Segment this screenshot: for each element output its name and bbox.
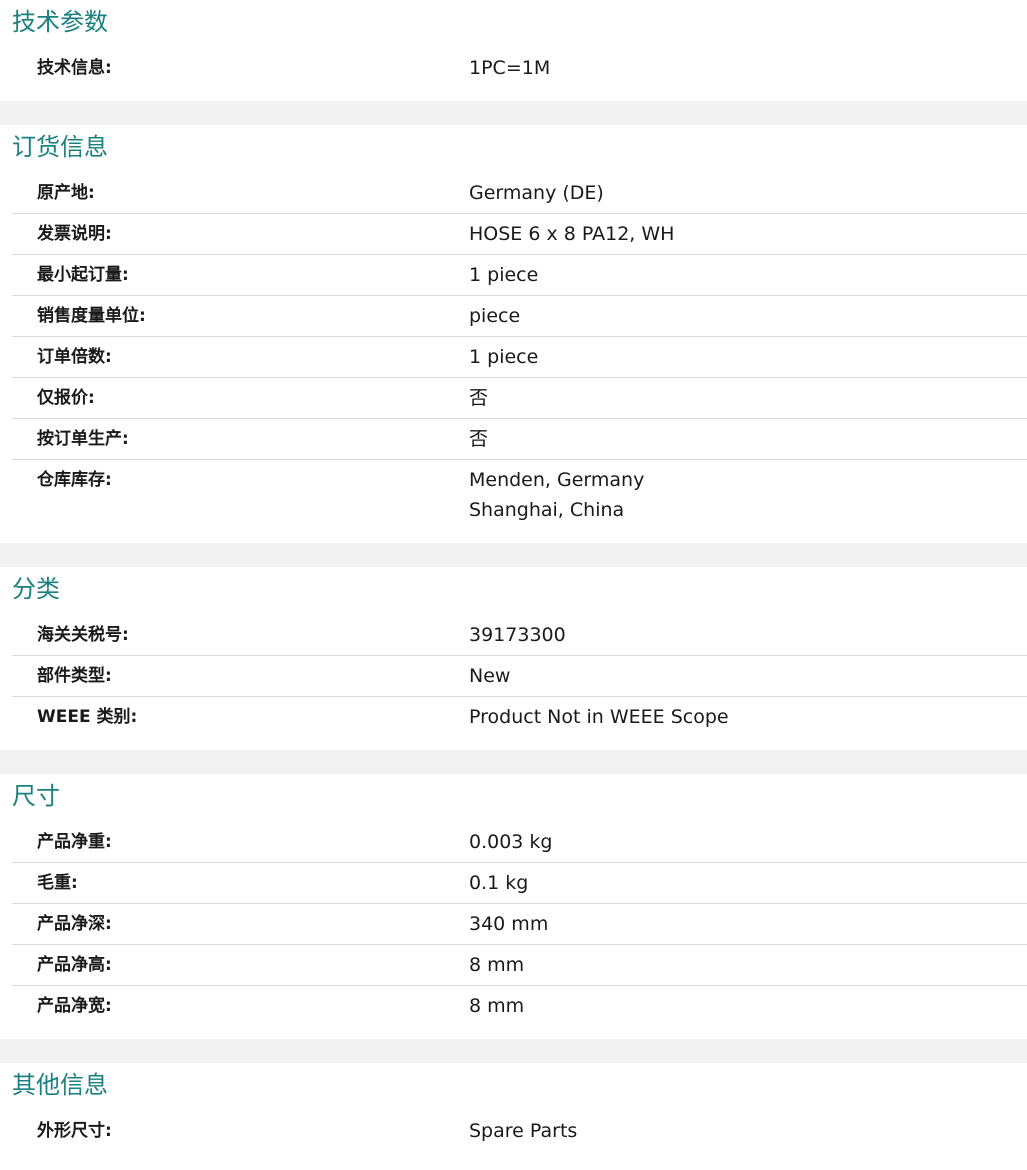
section-technical-parameters: 技术参数技术信息: 1PC=1M (0, 0, 1027, 101)
spec-label: 仅报价: (12, 377, 469, 419)
spec-row: 毛重: 0.1 kg (12, 862, 1027, 904)
spec-value: 1 piece (469, 336, 1027, 378)
spec-value: Product Not in WEEE Scope (469, 697, 1027, 738)
spec-label: 外形尺寸: (37, 1121, 112, 1141)
spec-label: 原产地: (12, 173, 469, 214)
spec-value-line: Germany (DE) (469, 182, 604, 204)
spec-label: WEEE 类别: (37, 707, 138, 727)
spec-label: 海关关税号: (12, 615, 469, 656)
spec-row: 产品净宽: 8 mm (12, 986, 1027, 1027)
spec-value: 1 piece (469, 254, 1027, 296)
spec-value-line: Spare Parts (469, 1120, 578, 1142)
spec-value-line: 8 mm (469, 954, 525, 976)
spec-value-line: Menden, Germany (469, 469, 645, 491)
spec-value: New (469, 655, 1027, 697)
spec-value-line: Shanghai, China (469, 499, 625, 521)
spec-value-line: New (469, 665, 511, 687)
spec-row: 产品净重: 0.003 kg (12, 822, 1027, 863)
spec-label: 毛重: (12, 862, 469, 904)
spec-value-line: 0.1 kg (469, 872, 529, 894)
spec-row: 销售度量单位: piece (12, 295, 1027, 337)
spec-label: 按订单生产: (12, 418, 469, 460)
spec-label: 产品净深: (12, 903, 469, 945)
spec-table: 海关关税号: 39173300 部件类型: New WEEE 类别: Product No… (12, 615, 1027, 737)
spec-value-line: 1 piece (469, 346, 539, 368)
spec-value-line: 1 piece (469, 264, 539, 286)
spec-row: 外形尺寸: Spare Parts (12, 1111, 1027, 1151)
spec-table: 产品净重: 0.003 kg 毛重: 0.1 kg 产品净深: 340 mm 产品净高: 8 … (12, 822, 1027, 1026)
spec-row: 订单倍数: 1 piece (12, 336, 1027, 378)
section-ordering-info: 订货信息 原产地: Germany (DE) 发票说明: HOSE 6 x 8 PA12… (0, 125, 1027, 543)
spec-label: 最小起订量: (12, 254, 469, 296)
spec-row: 海关关税号: 39173300 (12, 615, 1027, 656)
spec-label: 技术信息: (37, 58, 112, 78)
spec-value: piece (469, 295, 1027, 337)
spec-value-line: 否 (469, 387, 489, 409)
section-divider (0, 101, 1027, 125)
section-title: 其他信息 (12, 1071, 108, 1099)
spec-label: 部件类型: (12, 655, 469, 697)
spec-value: HOSE 6 x 8 PA12, WH (469, 213, 1027, 255)
spec-row: 最小起订量: 1 piece (12, 254, 1027, 296)
spec-value: 否 (469, 418, 1027, 460)
spec-label: 产品净重: (12, 822, 469, 863)
spec-value-line: 340 mm (469, 913, 549, 935)
section-classification: 分类 海关关税号: 39173300 部件类型: New WEEE 类别: Product … (0, 567, 1027, 750)
section-title: 技术参数 (12, 8, 108, 36)
spec-label: 产品净高: (12, 944, 469, 986)
spec-table: 技术信息: 1PC=1M (12, 48, 1027, 88)
section-dimensions: 尺寸 产品净重: 0.003 kg 毛重: 0.1 kg 产品净深: 340 mm 产品净高:… (0, 774, 1027, 1039)
section-divider (0, 750, 1027, 774)
spec-row: 产品净深: 340 mm (12, 903, 1027, 945)
spec-row: 仅报价: 否 (12, 377, 1027, 419)
spec-value: Spare Parts (469, 1111, 1027, 1151)
spec-value-line: 1PC=1M (469, 57, 551, 79)
spec-value: 8 mm (469, 986, 1027, 1027)
spec-label: 产品净宽: (37, 996, 112, 1016)
spec-value-line: 否 (469, 428, 489, 450)
spec-value-line: piece (469, 305, 521, 327)
spec-value-line: HOSE 6 x 8 PA12, WH (469, 223, 675, 245)
spec-value: Germany (DE) (469, 173, 1027, 214)
spec-row: 产品净高: 8 mm (12, 944, 1027, 986)
spec-value: 39173300 (469, 615, 1027, 656)
section-divider (0, 543, 1027, 567)
spec-value-line: 0.003 kg (469, 831, 553, 853)
spec-value: 1PC=1M (469, 48, 1027, 88)
spec-row: 发票说明: HOSE 6 x 8 PA12, WH (12, 213, 1027, 255)
spec-value: 0.1 kg (469, 862, 1027, 904)
spec-label: 仓库库存: (37, 470, 112, 490)
product-spec-page: 技术参数 技术信息: 1PC=1M 订货信息 原产地: Germany (DE) 发票说明:… (0, 0, 1027, 1164)
spec-value-line: 8 mm (469, 995, 525, 1017)
spec-row: 部件类型: New (12, 655, 1027, 697)
spec-value: 否 (469, 377, 1027, 419)
section-other-info: 其他信息外形尺寸: Spare Parts (0, 1063, 1027, 1164)
spec-value: 8 mm (469, 944, 1027, 986)
spec-row: WEEE 类别: Product Not in WEEE Scope (12, 697, 1027, 738)
spec-row: 技术信息: 1PC=1M (12, 48, 1027, 88)
spec-label: 订单倍数: (12, 336, 469, 378)
spec-value: Menden, Germany Shanghai, China (469, 460, 1027, 531)
spec-value-line: 39173300 (469, 624, 566, 646)
spec-value-line: Product Not in WEEE Scope (469, 706, 729, 728)
section-title: 订货信息 (12, 133, 108, 161)
section-divider (0, 1039, 1027, 1063)
spec-value: 0.003 kg (469, 822, 1027, 863)
spec-table: 原产地: Germany (DE) 发票说明: HOSE 6 x 8 PA12, WH… (12, 173, 1027, 530)
spec-row: 原产地: Germany (DE) (12, 173, 1027, 214)
spec-label: 销售度量单位: (12, 295, 469, 337)
spec-row: 仓库库存: Menden, Germany Shanghai, China (12, 460, 1027, 531)
section-title: 分类 (12, 575, 60, 603)
section-title: 尺寸 (12, 782, 60, 810)
spec-label: 发票说明: (12, 213, 469, 255)
spec-value: 340 mm (469, 903, 1027, 945)
spec-row: 按订单生产: 否 (12, 418, 1027, 460)
spec-table: 外形尺寸: Spare Parts (12, 1111, 1027, 1151)
